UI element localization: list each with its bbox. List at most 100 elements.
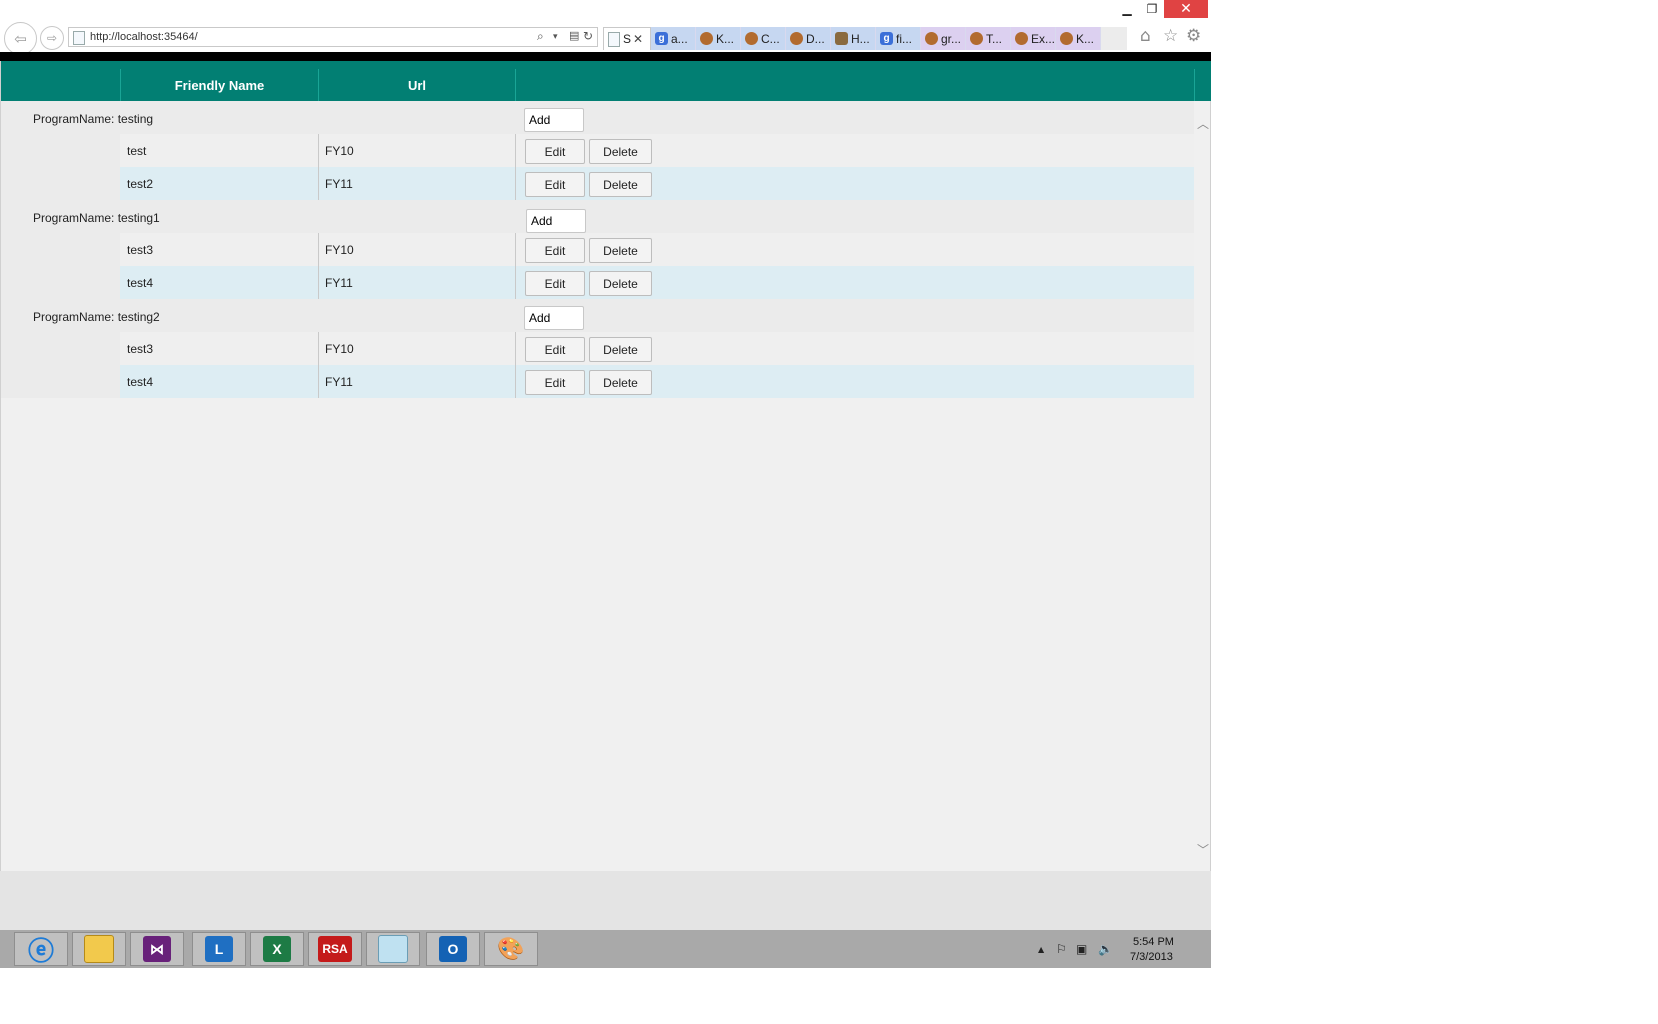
url-cell: FY11 xyxy=(325,374,353,389)
row-indent xyxy=(1,365,120,398)
taskbar-rsa[interactable]: RSA xyxy=(308,932,362,966)
edit-button[interactable]: Edit xyxy=(525,172,585,197)
taskbar-outlook[interactable]: O xyxy=(426,932,480,966)
user-avatar-icon xyxy=(700,32,713,45)
row-indent xyxy=(1,134,120,167)
tab-close-icon[interactable]: ✕ xyxy=(633,32,643,46)
taskbar-paint[interactable]: 🎨 xyxy=(484,932,538,966)
browser-tab-label: C... xyxy=(761,31,780,46)
new-tab-button[interactable] xyxy=(1101,27,1127,50)
taskbar-file-explorer[interactable] xyxy=(72,932,126,966)
url-cell: FY10 xyxy=(325,143,354,158)
flag-icon[interactable]: ⚐ xyxy=(1056,942,1067,956)
gear-icon[interactable]: ⚙ xyxy=(1186,26,1201,46)
restore-button[interactable]: ❐ xyxy=(1140,0,1164,18)
close-button[interactable]: ✕ xyxy=(1164,0,1208,18)
page-top-bar xyxy=(0,52,1211,61)
browser-tab[interactable]: K... xyxy=(1056,27,1101,50)
system-tray: ▲ ⚐ ▣ 🔈 5:54 PM 7/3/2013 xyxy=(1028,934,1203,964)
taskbar-excel[interactable]: X xyxy=(250,932,304,966)
friendly-name-cell: test3 xyxy=(127,242,154,257)
clock-date[interactable]: 7/3/2013 xyxy=(1130,951,1173,963)
browser-tab-label: S xyxy=(623,32,632,46)
excel-icon: X xyxy=(263,936,291,962)
cell-separator xyxy=(515,266,516,299)
refresh-icon[interactable]: ↻ xyxy=(583,29,593,43)
cell-separator xyxy=(318,134,319,167)
outlook-icon: O xyxy=(439,936,467,962)
delete-button[interactable]: Delete xyxy=(589,337,652,362)
address-url[interactable]: http://localhost:35464/ xyxy=(90,31,198,43)
favorites-star-icon[interactable]: ☆ xyxy=(1163,26,1178,46)
edit-button[interactable]: Edit xyxy=(525,337,585,362)
table-row: test FY10 Edit Delete xyxy=(1,134,1194,167)
add-button[interactable]: Add xyxy=(524,306,584,330)
cell-separator xyxy=(515,365,516,398)
scroll-up-icon[interactable]: ︿ xyxy=(1197,115,1209,132)
edit-button[interactable]: Edit xyxy=(525,370,585,395)
compat-view-icon[interactable]: ▤ xyxy=(569,29,579,42)
user-avatar-icon xyxy=(745,32,758,45)
taskbar-visual-studio[interactable]: ⋈ xyxy=(130,932,184,966)
table-row: test4 FY11 Edit Delete xyxy=(1,266,1194,299)
taskbar-lync[interactable]: L xyxy=(192,932,246,966)
address-bar[interactable]: http://localhost:35464/ ⌕ ▾ ▤ ↻ xyxy=(68,27,598,47)
group-label: ProgramName: testing1 xyxy=(33,211,160,225)
row-indent xyxy=(1,332,120,365)
lync-icon: L xyxy=(205,936,233,962)
column-header-friendly-name[interactable]: Friendly Name xyxy=(121,69,318,101)
rsa-icon: RSA xyxy=(318,936,352,962)
google-icon: g xyxy=(655,32,668,45)
speaker-icon[interactable]: 🔈 xyxy=(1098,942,1113,956)
browser-tab[interactable]: C... xyxy=(741,27,786,50)
show-hidden-icons-icon[interactable]: ▲ xyxy=(1038,945,1044,954)
table-row: test3 FY10 Edit Delete xyxy=(1,233,1194,266)
browser-tab[interactable]: H... xyxy=(831,27,876,50)
browser-tab[interactable]: T... xyxy=(966,27,1011,50)
user-avatar-icon xyxy=(925,32,938,45)
delete-button[interactable]: Delete xyxy=(589,139,652,164)
minimize-button[interactable]: ▁ xyxy=(1116,0,1138,18)
edit-button[interactable]: Edit xyxy=(525,238,585,263)
column-header-url[interactable]: Url xyxy=(319,69,515,101)
browser-tab[interactable]: g fi... xyxy=(876,27,921,50)
scroll-down-icon[interactable]: ﹀ xyxy=(1197,841,1209,858)
browser-tab-label: K... xyxy=(716,31,735,46)
home-icon[interactable]: ⌂ xyxy=(1140,26,1151,46)
delete-button[interactable]: Delete xyxy=(589,271,652,296)
network-icon[interactable]: ▣ xyxy=(1076,942,1087,956)
tab-strip: S ✕ g a... K... C... D... H... g fi... gr... T... Ex… xyxy=(603,27,1127,51)
forward-button[interactable]: ⇨ xyxy=(40,26,64,50)
edit-button[interactable]: Edit xyxy=(525,139,585,164)
friendly-name-cell: test3 xyxy=(127,341,154,356)
search-icon[interactable]: ⌕ xyxy=(537,29,544,44)
notepad-icon xyxy=(378,935,408,963)
browser-tab[interactable]: D... xyxy=(786,27,831,50)
edit-button[interactable]: Edit xyxy=(525,271,585,296)
browser-tab[interactable]: K... xyxy=(696,27,741,50)
taskbar-internet-explorer[interactable]: ⓔ xyxy=(14,932,68,966)
clock-time[interactable]: 5:54 PM xyxy=(1133,936,1174,948)
table-row: test4 FY11 Edit Delete xyxy=(1,365,1194,398)
delete-button[interactable]: Delete xyxy=(589,238,652,263)
friendly-name-cell: test xyxy=(127,143,147,158)
add-button[interactable]: Add xyxy=(526,209,586,233)
chevron-down-icon[interactable]: ▾ xyxy=(553,32,558,42)
browser-tab[interactable]: Ex... xyxy=(1011,27,1056,50)
page-footer-area xyxy=(0,871,1211,930)
browser-tab[interactable]: gr... xyxy=(921,27,966,50)
cell-separator xyxy=(318,332,319,365)
add-button[interactable]: Add xyxy=(524,108,584,132)
browser-tab[interactable]: S ✕ xyxy=(603,27,651,50)
delete-button[interactable]: Delete xyxy=(589,172,652,197)
cell-separator xyxy=(515,134,516,167)
cell-separator xyxy=(318,233,319,266)
browser-tab-label: gr... xyxy=(941,31,962,46)
browser-tab[interactable]: g a... xyxy=(651,27,696,50)
back-button[interactable]: ⇦ xyxy=(4,22,37,55)
table-row: test3 FY10 Edit Delete xyxy=(1,332,1194,365)
user-avatar-icon xyxy=(1060,32,1073,45)
url-cell: FY10 xyxy=(325,341,354,356)
taskbar-notepad[interactable] xyxy=(366,932,420,966)
delete-button[interactable]: Delete xyxy=(589,370,652,395)
